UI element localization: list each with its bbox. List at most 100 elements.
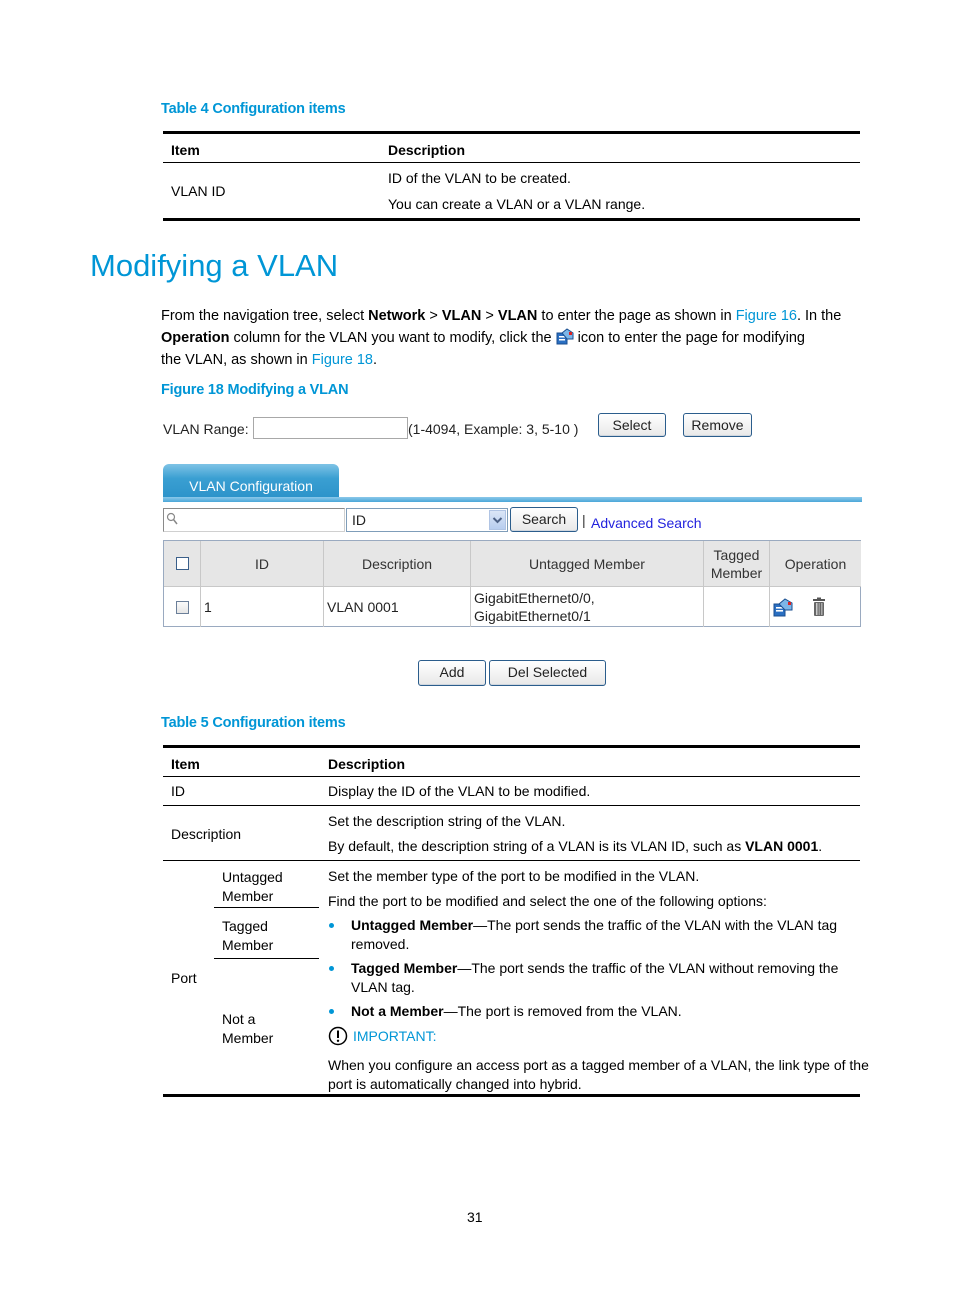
text: From the navigation tree, select bbox=[161, 308, 369, 324]
header-id[interactable]: ID bbox=[201, 541, 324, 586]
table4-header-item: Item bbox=[171, 142, 200, 158]
text: Tagged bbox=[222, 918, 268, 934]
row-divider bbox=[163, 805, 860, 806]
sub-divider bbox=[214, 907, 319, 908]
search-input[interactable] bbox=[163, 508, 345, 532]
search-separator: | bbox=[582, 512, 586, 528]
bullet-icon bbox=[329, 966, 334, 971]
row-untagged-member: GigabitEthernet0/0, GigabitEthernet0/1 bbox=[471, 586, 704, 627]
table4-desc-line1: ID of the VLAN to be created. bbox=[388, 170, 571, 186]
sub-divider bbox=[214, 958, 319, 959]
table5-item-port: Port bbox=[171, 970, 197, 986]
table5-caption: Table 5 Configuration items bbox=[161, 715, 346, 731]
row-id: 1 bbox=[201, 586, 324, 627]
table5-item-description: Description bbox=[171, 826, 242, 842]
text: column for the VLAN you want to modify, … bbox=[229, 330, 556, 346]
important-notice: IMPORTANT: bbox=[328, 1026, 437, 1046]
term: Tagged Member bbox=[351, 960, 458, 976]
vlan-range-input[interactable] bbox=[253, 417, 408, 439]
table4-caption: Table 4 Configuration items bbox=[161, 101, 346, 117]
subitem-untagged-member: Untagged Member bbox=[222, 868, 283, 906]
table5-header-item: Item bbox=[171, 756, 200, 772]
header-untagged-member[interactable]: Untagged Member bbox=[471, 541, 704, 586]
header-tagged-member[interactable]: Tagged Member bbox=[704, 541, 770, 586]
intro-paragraph: From the navigation tree, select Network… bbox=[161, 305, 866, 371]
text: Member bbox=[222, 937, 274, 953]
table5-desc-id: Display the ID of the VLAN to be modifie… bbox=[328, 783, 591, 799]
untagged-port-1: GigabitEthernet0/0, bbox=[474, 590, 595, 606]
header-operation: Operation bbox=[770, 541, 861, 586]
text: Member bbox=[222, 888, 274, 904]
del-selected-button[interactable]: Del Selected bbox=[489, 660, 606, 686]
vlan-range-label: VLAN Range: bbox=[163, 421, 249, 437]
table5-desc-description-1: Set the description string of the VLAN. bbox=[328, 813, 566, 829]
text: icon to enter the page for modifying bbox=[573, 330, 805, 346]
row-divider bbox=[163, 860, 860, 861]
modify-icon[interactable] bbox=[773, 597, 793, 617]
port-desc-line2: Find the port to be modified and select … bbox=[328, 893, 767, 909]
bullet-not-a-member: Not a Member—The port is removed from th… bbox=[351, 1002, 682, 1021]
advanced-search-link[interactable]: Advanced Search bbox=[591, 515, 702, 531]
text: the VLAN, as shown in bbox=[161, 352, 312, 368]
row-description: VLAN 0001 bbox=[324, 586, 471, 627]
text: to enter the page as shown in bbox=[537, 308, 736, 324]
table4-header-description: Description bbox=[388, 142, 466, 158]
bullet-icon bbox=[329, 923, 334, 928]
text: > bbox=[425, 308, 442, 324]
table5-bottom-border bbox=[163, 1094, 860, 1097]
section-title: Modifying a VLAN bbox=[90, 248, 339, 283]
vlan-range-hint: (1-4094, Example: 3, 5-10 ) bbox=[408, 421, 579, 437]
text: By default, the description string of a … bbox=[328, 838, 746, 854]
table5-desc-description-2: By default, the description string of a … bbox=[328, 838, 822, 854]
bullet-untagged-member: Untagged Member—The port sends the traff… bbox=[351, 916, 837, 954]
text: . bbox=[818, 838, 823, 854]
table4-desc-line2: You can create a VLAN or a VLAN range. bbox=[388, 196, 646, 212]
text: Untagged bbox=[222, 869, 283, 885]
text: > bbox=[481, 308, 498, 324]
text: —The port sends the traffic of the VLAN … bbox=[473, 917, 838, 933]
search-field-value: ID bbox=[352, 512, 366, 528]
term: Untagged Member bbox=[351, 917, 474, 933]
table4-row: VLAN ID ID of the VLAN to be created. Yo… bbox=[163, 163, 860, 221]
important-text: When you configure an access port as a t… bbox=[328, 1056, 869, 1094]
table5: Item Description ID Display the ID of th… bbox=[163, 745, 869, 1098]
subitem-tagged-member: Tagged Member bbox=[222, 917, 273, 955]
nav-network: Network bbox=[368, 308, 426, 324]
delete-icon[interactable] bbox=[811, 597, 827, 617]
row-checkbox[interactable] bbox=[175, 600, 189, 614]
text: removed. bbox=[351, 936, 410, 952]
search-field-select[interactable]: ID bbox=[346, 508, 508, 532]
table4: Item Description VLAN ID ID of the VLAN … bbox=[163, 131, 860, 221]
figure18-link[interactable]: Figure 18 bbox=[312, 352, 373, 368]
tab-underline bbox=[163, 497, 862, 502]
tab-vlan-configuration[interactable]: VLAN Configuration bbox=[163, 464, 339, 500]
vlan-table: ID Description Untagged Member Tagged Me… bbox=[163, 540, 861, 627]
select-button[interactable]: Select bbox=[598, 413, 666, 437]
nav-vlan: VLAN bbox=[441, 308, 482, 324]
remove-button[interactable]: Remove bbox=[683, 413, 752, 437]
header-description[interactable]: Description bbox=[324, 541, 471, 586]
header-select-all bbox=[164, 541, 201, 586]
subitem-not-a-member: Not a Member bbox=[222, 1010, 273, 1048]
magnifier-icon bbox=[166, 512, 178, 529]
text: . In the bbox=[796, 308, 842, 324]
text: When you configure an access port as a t… bbox=[328, 1057, 869, 1073]
text: . bbox=[373, 352, 378, 368]
port-desc-line1: Set the member type of the port to be mo… bbox=[328, 868, 700, 884]
vlan-0001-term: VLAN 0001 bbox=[745, 838, 819, 854]
table5-header-description: Description bbox=[328, 756, 406, 772]
text: —The port sends the traffic of the VLAN … bbox=[457, 960, 839, 976]
select-all-checkbox[interactable] bbox=[175, 557, 189, 570]
add-button[interactable]: Add bbox=[418, 660, 486, 686]
page-number: 31 bbox=[467, 1209, 483, 1225]
figure16-link[interactable]: Figure 16 bbox=[736, 308, 797, 324]
chevron-down-icon bbox=[489, 510, 506, 530]
table5-item-id: ID bbox=[171, 783, 185, 799]
text: Member bbox=[222, 1030, 274, 1046]
exclamation-icon bbox=[328, 1026, 348, 1046]
row-operation bbox=[770, 586, 861, 627]
important-label: IMPORTANT: bbox=[353, 1028, 437, 1044]
operation-term: Operation bbox=[161, 330, 230, 346]
term: Not a Member bbox=[351, 1003, 444, 1019]
search-button[interactable]: Search bbox=[510, 507, 578, 532]
